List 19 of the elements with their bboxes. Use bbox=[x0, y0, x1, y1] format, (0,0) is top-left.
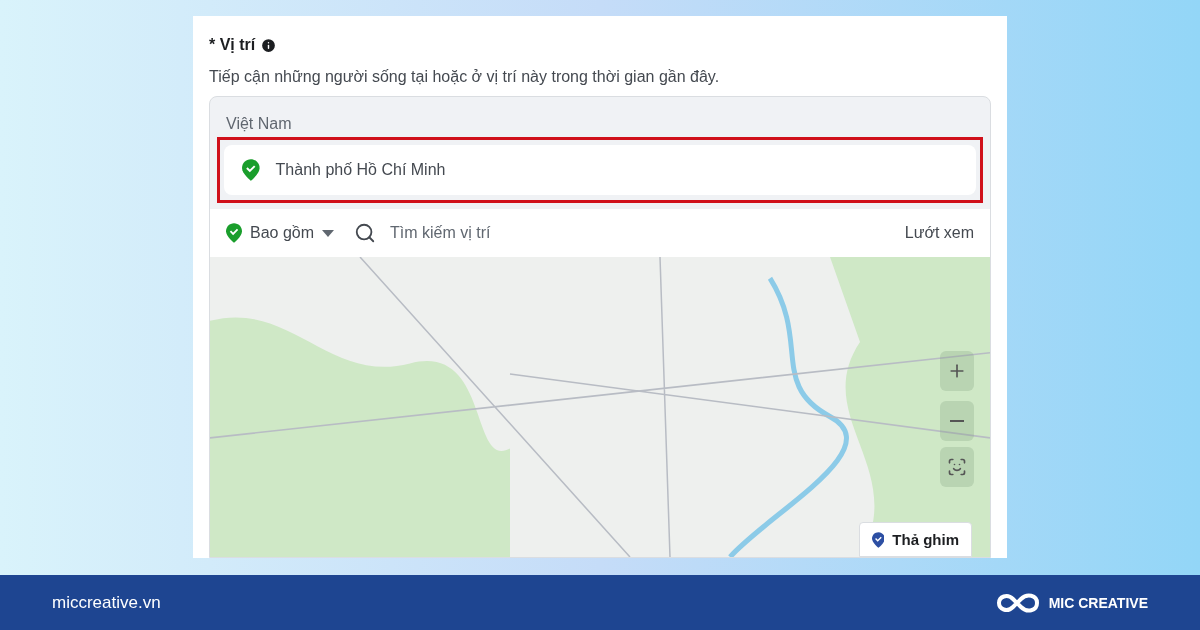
include-dropdown[interactable]: Bao gồm bbox=[226, 223, 335, 243]
section-title: * Vị trí bbox=[209, 36, 256, 54]
search-icon bbox=[354, 222, 377, 244]
browse-link[interactable]: Lướt xem bbox=[904, 224, 974, 242]
location-pin-icon bbox=[226, 223, 242, 243]
location-pin-icon bbox=[871, 531, 885, 548]
location-item[interactable]: Thành phố Hồ Chí Minh bbox=[224, 145, 976, 195]
zoom-out-button[interactable] bbox=[940, 401, 974, 441]
zoom-in-button[interactable] bbox=[940, 351, 974, 391]
info-icon[interactable] bbox=[260, 36, 278, 54]
website-link[interactable]: miccreative.vn bbox=[52, 592, 161, 613]
caret-icon bbox=[322, 229, 335, 237]
minus-icon bbox=[950, 420, 964, 422]
section-description: Tiếp cận những người sống tại hoặc ở vị trí này trong thời gian gần đây. bbox=[209, 68, 721, 86]
brand-name: MIC CREATIVE bbox=[1048, 594, 1148, 611]
locate-button[interactable] bbox=[940, 447, 974, 487]
drop-pin-button[interactable]: Thả ghim bbox=[858, 522, 972, 557]
location-pin-icon bbox=[242, 159, 260, 181]
country-label: Việt Nam bbox=[225, 114, 293, 134]
